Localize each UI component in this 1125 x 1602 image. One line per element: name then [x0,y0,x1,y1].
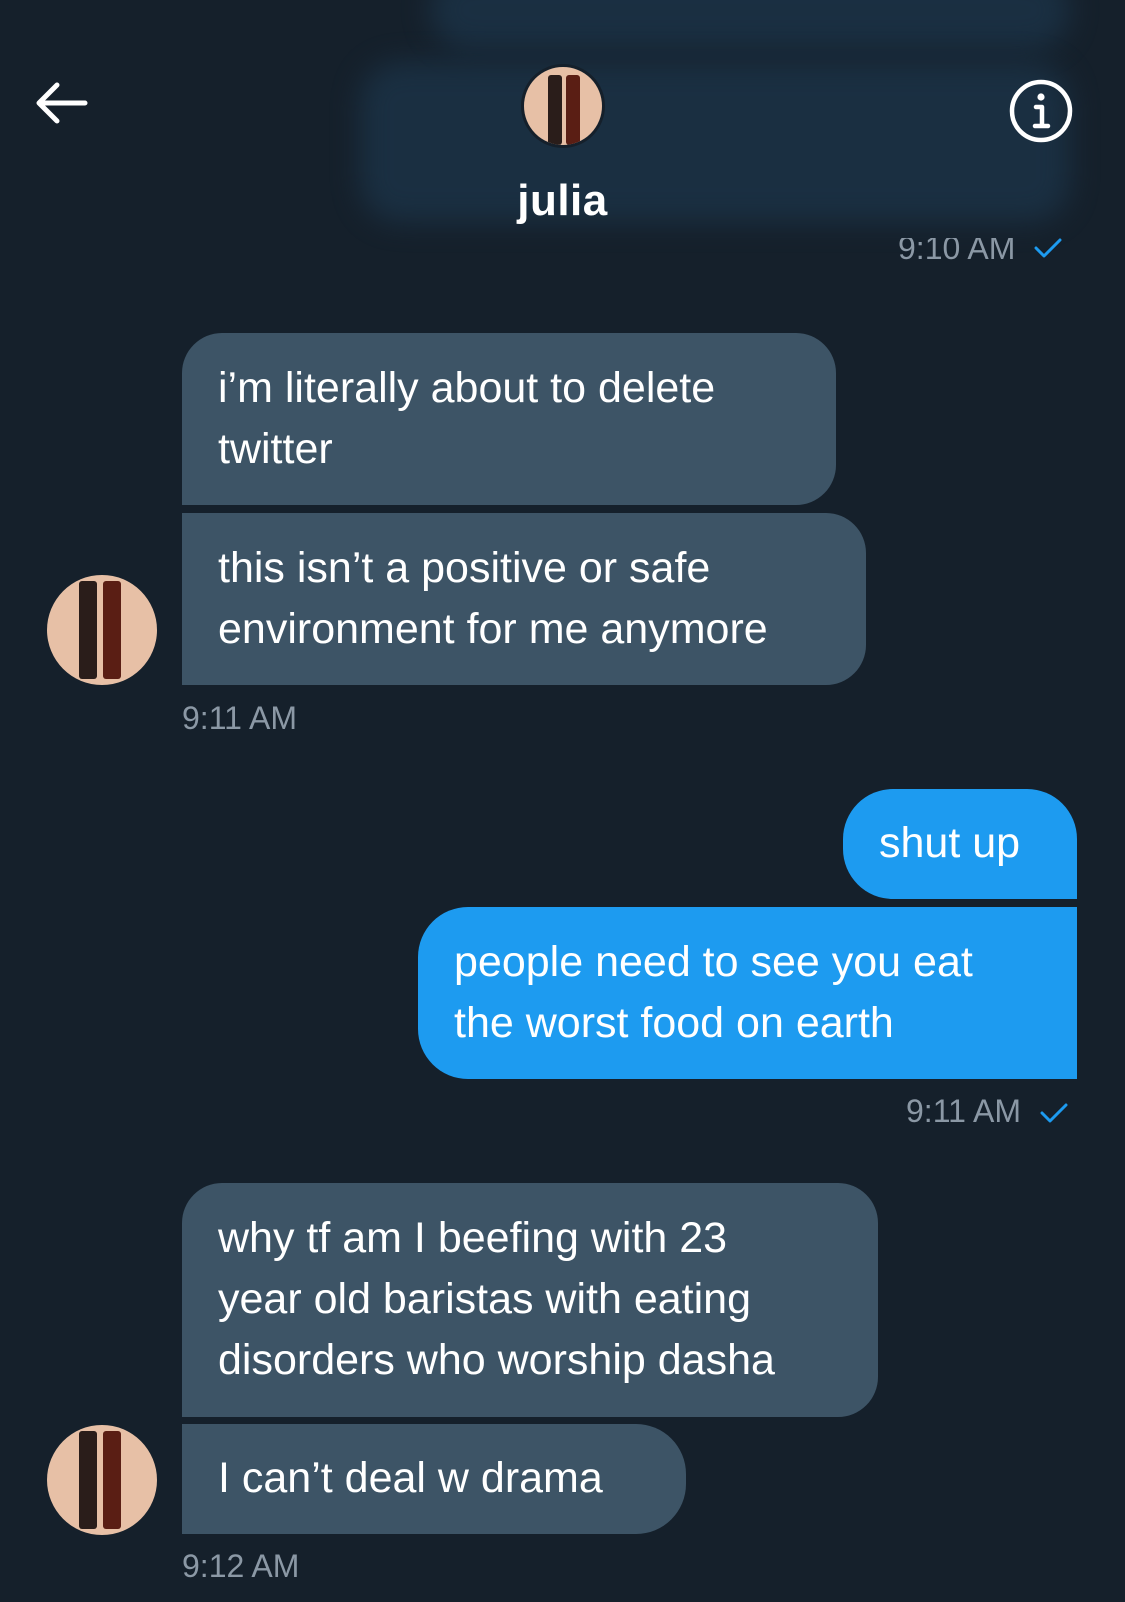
timestamp-text: 9:11 AM [906,1093,1022,1129]
info-button[interactable] [1006,76,1076,146]
message-text: disorders who worship dasha [218,1336,775,1384]
message-text: environment for me anymore [218,605,768,653]
message-timestamp: 9:12 AM [182,1548,299,1585]
message-bubble-incoming[interactable]: this isn’t a positive or safe environmen… [182,513,866,685]
message-text: people need to see you eat [454,938,973,986]
info-circle-icon [1009,79,1073,143]
message-bubble-outgoing[interactable]: shut up [843,789,1077,899]
message-timestamp: 9:11 AM [182,700,297,737]
read-check-icon [1040,1095,1068,1132]
message-text: i’m literally about to delete [218,364,716,412]
message-text: why tf am I beefing with 23 [218,1214,728,1262]
message-text: twitter [218,425,333,473]
message-text: the worst food on earth [454,999,894,1047]
avatar[interactable] [47,1425,157,1535]
timestamp-text: 9:10 AM [898,238,1016,266]
message-bubble-outgoing[interactable]: people need to see you eat the worst foo… [418,907,1077,1079]
read-check-icon [1034,238,1062,267]
back-button[interactable] [30,72,92,134]
message-bubble-incoming[interactable]: why tf am I beefing with 23 year old bar… [182,1183,878,1417]
message-text: I can’t deal w drama [218,1454,603,1502]
message-text: shut up [879,819,1021,867]
conversation-header: julia [0,0,1125,240]
avatar[interactable] [521,64,605,148]
message-timestamp: 9:11 AM [906,1093,1068,1132]
message-text: year old baristas with eating [218,1275,752,1323]
message-bubble-incoming[interactable]: i’m literally about to delete twitter [182,333,836,505]
message-timestamp: 9:10 AM [898,238,1062,278]
timestamp-text: 9:12 AM [182,1548,300,1584]
arrow-left-icon [36,82,88,124]
conversation-title[interactable]: julia [0,176,1125,226]
timestamp-text: 9:11 AM [182,700,298,736]
message-bubble-incoming[interactable]: I can’t deal w drama [182,1424,686,1534]
message-text: this isn’t a positive or safe [218,544,711,592]
avatar[interactable] [47,575,157,685]
